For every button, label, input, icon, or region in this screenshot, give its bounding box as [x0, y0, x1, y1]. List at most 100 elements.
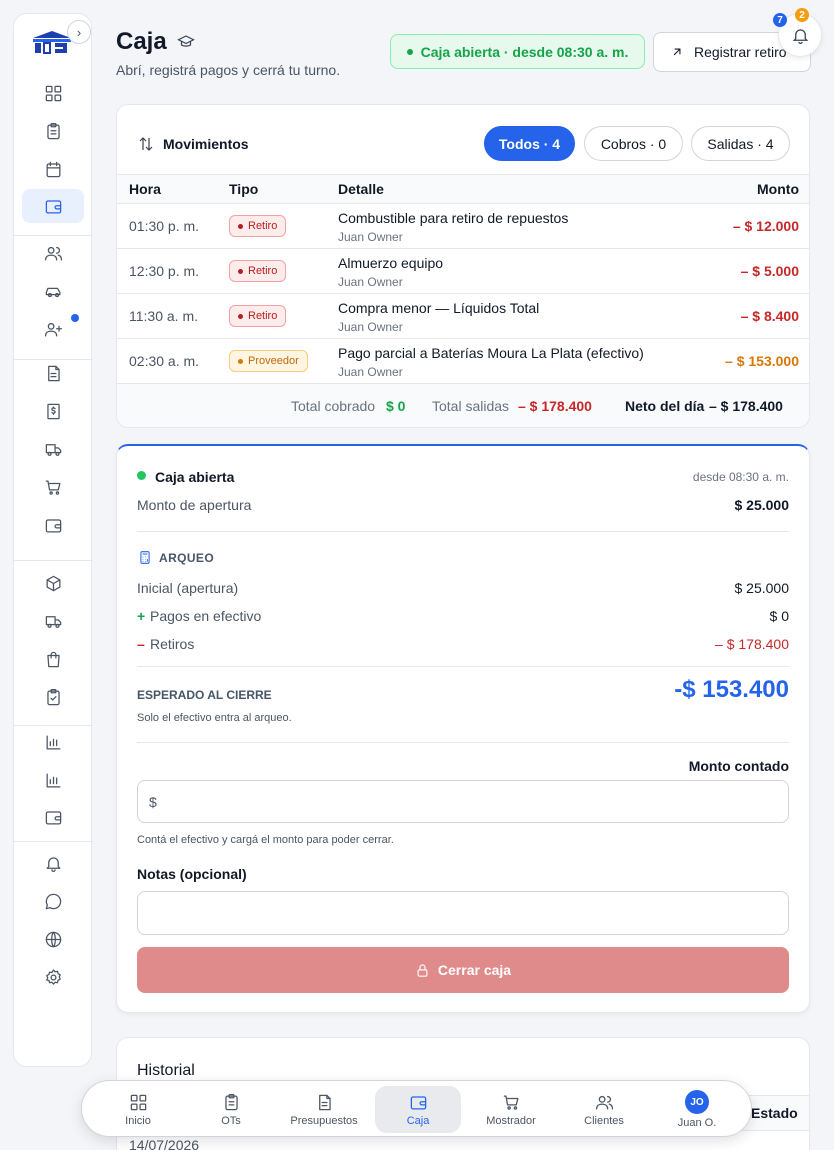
sidebar-item-configuracion[interactable]: [22, 960, 84, 994]
clipboard-icon: [224, 1093, 238, 1110]
sidebar-item-presupuestos[interactable]: [22, 356, 84, 390]
sidebar-item-reportes[interactable]: [22, 725, 84, 759]
sidebar-item-vehiculos[interactable]: [22, 274, 84, 308]
alert-count-badge: 2: [795, 8, 809, 22]
sidebar-divider: [14, 841, 93, 842]
close-register-label: Cerrar caja: [437, 962, 512, 978]
divider: [137, 531, 789, 532]
nav-profile[interactable]: JO Juan O.: [654, 1086, 740, 1133]
type-tag: Proveedor: [229, 350, 308, 372]
sidebar-item-tareas[interactable]: [22, 680, 84, 714]
withdrawals-value: – $ 178.400: [715, 636, 789, 652]
bag-icon: [46, 651, 60, 667]
table-row[interactable]: 01:30 p. m. Retiro Combustible para reti…: [117, 204, 809, 249]
dashboard-icon: [45, 85, 61, 101]
table-row[interactable]: 12:30 p. m. Retiro Almuerzo equipo Juan …: [117, 249, 809, 294]
sidebar-item-facturacion[interactable]: [22, 394, 84, 428]
table-header: Hora Tipo Detalle Monto: [117, 174, 809, 204]
gear-icon: [45, 968, 61, 985]
sidebar-item-dashboard[interactable]: [22, 76, 84, 110]
opening-amount-value: $ 25.000: [734, 497, 790, 513]
row-detail: Combustible para retiro de repuestos: [338, 210, 569, 226]
cart-icon: [503, 1095, 518, 1110]
sidebar-item-agenda[interactable]: [22, 152, 84, 186]
nav-presupuestos[interactable]: Presupuestos: [281, 1086, 367, 1133]
bell-icon: [792, 28, 808, 44]
package-icon: [46, 575, 60, 591]
nav-clientes[interactable]: Clientes: [561, 1086, 647, 1133]
plus-sign: +: [137, 608, 146, 624]
table-row[interactable]: 02:30 a. m. Proveedor Pago parcial a Bat…: [117, 339, 809, 384]
nav-mostrador[interactable]: Mostrador: [468, 1086, 554, 1133]
column-tipo[interactable]: Tipo: [229, 181, 258, 197]
wallet-icon: [410, 1095, 426, 1109]
page-subtitle: Abrí, registrá pagos y cerrá tu turno.: [116, 62, 341, 78]
row-detail: Almuerzo equipo: [338, 255, 444, 271]
chart-icon: [46, 773, 60, 787]
lock-icon: [417, 963, 428, 977]
row-amount: – $ 5.000: [740, 263, 799, 279]
minus-sign: –: [137, 636, 145, 652]
neto-value: – $ 178.400: [709, 398, 783, 414]
history-title: Historial: [137, 1062, 195, 1079]
sidebar: [13, 13, 93, 1067]
sidebar-item-caja[interactable]: [22, 189, 84, 223]
sidebar-item-envios[interactable]: [22, 432, 84, 466]
notification-dot: [71, 314, 79, 322]
nav-caja[interactable]: Caja: [375, 1086, 461, 1133]
column-detalle[interactable]: Detalle: [338, 181, 384, 197]
sidebar-toggle-button[interactable]: ›: [67, 20, 91, 44]
filter-salidas[interactable]: Salidas · 4: [691, 126, 790, 161]
arrow-up-right-icon: [673, 48, 681, 56]
users-icon: [595, 1095, 613, 1109]
graduation-cap-icon[interactable]: [177, 33, 195, 51]
sidebar-item-ots[interactable]: [22, 114, 84, 148]
sidebar-item-compras[interactable]: [22, 642, 84, 676]
filter-cobros[interactable]: Cobros · 0: [584, 126, 683, 161]
column-estado[interactable]: Estado: [751, 1105, 798, 1121]
arqueo-title: ARQUEO: [159, 551, 215, 565]
row-time: 11:30 a. m.: [129, 308, 199, 324]
notification-count-badge: 7: [773, 13, 787, 27]
column-monto[interactable]: Monto: [757, 181, 799, 197]
sidebar-item-inventario[interactable]: [22, 566, 84, 600]
notes-input[interactable]: [137, 891, 789, 935]
row-user: Juan Owner: [338, 320, 403, 334]
expected-note: Solo el efectivo entra al arqueo.: [137, 712, 292, 724]
nav-ots[interactable]: OTs: [188, 1086, 274, 1133]
expected-label: ESPERADO AL CIERRE: [137, 688, 272, 702]
row-amount: – $ 12.000: [732, 218, 799, 234]
row-time: 01:30 p. m.: [129, 218, 200, 234]
nav-label: Clientes: [584, 1114, 624, 1127]
page-title: Caja: [116, 28, 167, 55]
table-row[interactable]: 11:30 a. m. Retiro Compra menor — Líquid…: [117, 294, 809, 339]
close-register-button[interactable]: Cerrar caja: [137, 947, 789, 993]
cart-icon: [45, 480, 60, 495]
nav-label: Juan O.: [677, 1117, 717, 1129]
sidebar-item-notificaciones[interactable]: [22, 846, 84, 880]
total-salidas-value: – $ 178.400: [518, 398, 592, 414]
sidebar-item-estadisticas[interactable]: [22, 763, 84, 797]
sidebar-item-finanzas[interactable]: [22, 800, 84, 834]
initial-label: Inicial (apertura): [137, 580, 239, 596]
user-plus-icon: [44, 322, 62, 336]
row-user: Juan Owner: [338, 275, 403, 289]
bottom-navigation: Inicio OTs Presupuestos Caja Mostrador C…: [81, 1080, 752, 1137]
type-tag: Retiro: [229, 260, 287, 282]
nav-label: Inicio: [125, 1114, 151, 1127]
calendar-icon: [46, 161, 60, 177]
sidebar-item-mostrador[interactable]: [22, 470, 84, 504]
column-hora[interactable]: Hora: [129, 181, 161, 197]
sidebar-item-mensajes[interactable]: [22, 884, 84, 918]
filter-todos[interactable]: Todos · 4: [484, 126, 575, 161]
dashboard-icon: [130, 1094, 146, 1110]
sidebar-item-proveedores[interactable]: [22, 604, 84, 638]
sidebar-item-pagos[interactable]: [22, 508, 84, 542]
row-amount: – $ 153.000: [725, 353, 799, 369]
avatar: JO: [685, 1090, 709, 1114]
type-tag: Retiro: [229, 215, 287, 237]
sidebar-item-clientes[interactable]: [22, 236, 84, 270]
sidebar-item-web[interactable]: [22, 922, 84, 956]
nav-inicio[interactable]: Inicio: [95, 1086, 181, 1133]
counted-amount-input[interactable]: $: [137, 780, 789, 823]
